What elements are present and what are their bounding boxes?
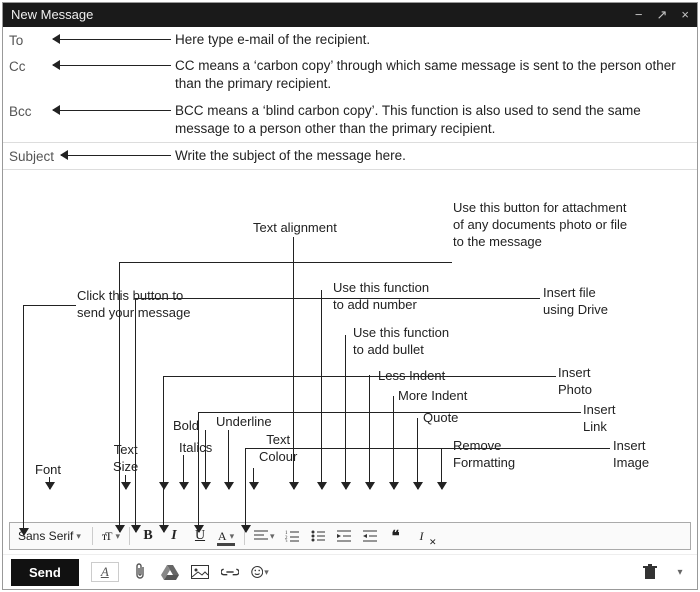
- close-icon[interactable]: ×: [681, 3, 689, 27]
- popout-icon[interactable]: ↗: [657, 3, 668, 27]
- note-photo: Insert Photo: [558, 365, 592, 399]
- subject-label[interactable]: Subject: [9, 147, 61, 164]
- quote-button[interactable]: ❝: [385, 526, 407, 546]
- attach-icon[interactable]: [131, 563, 149, 581]
- to-desc: Here type e-mail of the recipient.: [171, 31, 691, 49]
- note-align: Text alignment: [253, 220, 337, 237]
- svg-text:3: 3: [285, 540, 288, 542]
- format-toolbar: Sans Serif▾ тT▾ B I U A▾ ▾ 123 ❝: [9, 522, 691, 550]
- photo-icon[interactable]: [191, 563, 209, 581]
- title-bar: New Message − ↗ ×: [3, 3, 697, 27]
- window-buttons: − ↗ ×: [635, 3, 689, 27]
- indent-less-button[interactable]: [333, 526, 355, 546]
- cc-row: Cc CC means a ‘carbon copy’ through whic…: [3, 53, 697, 97]
- compose-window: New Message − ↗ × To Here type e-mail of…: [2, 2, 698, 590]
- emoji-icon[interactable]: ▾: [251, 563, 269, 581]
- format-toggle-button[interactable]: A: [91, 562, 119, 582]
- note-removefmt: Remove Formatting: [453, 438, 515, 472]
- align-button[interactable]: ▾: [252, 526, 277, 546]
- text-colour-button[interactable]: A▾: [215, 526, 237, 546]
- drive-icon[interactable]: [161, 563, 179, 581]
- note-drive: Insert file using Drive: [543, 285, 663, 319]
- to-label[interactable]: To: [9, 31, 53, 48]
- bullet-list-button[interactable]: [307, 526, 329, 546]
- link-icon[interactable]: [221, 563, 239, 581]
- subject-row: Subject Write the subject of the message…: [3, 143, 697, 170]
- cc-arrow: [53, 57, 171, 75]
- numbered-list-button[interactable]: 123: [281, 526, 303, 546]
- to-arrow: [53, 31, 171, 49]
- note-link: Insert Link: [583, 402, 616, 436]
- trash-icon[interactable]: [641, 563, 659, 581]
- more-icon[interactable]: ▾: [671, 563, 689, 581]
- bcc-row: Bcc BCC means a ‘blind carbon copy’. Thi…: [3, 98, 697, 143]
- body-area[interactable]: Text alignment Use this button for attac…: [3, 170, 697, 522]
- subject-desc: Write the subject of the message here.: [171, 147, 691, 165]
- note-image: Insert Image: [613, 438, 649, 472]
- window-title: New Message: [11, 3, 635, 27]
- note-bullist: Use this function to add bullet: [353, 325, 493, 359]
- subject-arrow: [61, 147, 171, 165]
- note-attach: Use this button for attachment of any do…: [453, 200, 673, 251]
- bcc-desc: BCC means a ‘blind carbon copy’. This fu…: [171, 102, 691, 138]
- note-moreindent: More Indent: [398, 388, 467, 405]
- send-button[interactable]: Send: [11, 559, 79, 586]
- remove-format-button[interactable]: I✕: [411, 526, 433, 546]
- note-bold: Bold: [173, 418, 199, 435]
- note-font: Font: [35, 462, 61, 479]
- to-row: To Here type e-mail of the recipient.: [3, 27, 697, 53]
- indent-more-button[interactable]: [359, 526, 381, 546]
- note-numlist: Use this function to add number: [333, 280, 473, 314]
- bcc-label[interactable]: Bcc: [9, 102, 53, 119]
- send-bar: Send A ▾ ▾: [3, 554, 697, 589]
- note-send: Click this button to send your message: [77, 288, 237, 322]
- bcc-arrow: [53, 102, 171, 120]
- note-underline: Underline: [216, 414, 272, 431]
- cc-desc: CC means a ‘carbon copy’ through which s…: [171, 57, 691, 93]
- minimize-icon[interactable]: −: [635, 3, 643, 27]
- cc-label[interactable]: Cc: [9, 57, 53, 74]
